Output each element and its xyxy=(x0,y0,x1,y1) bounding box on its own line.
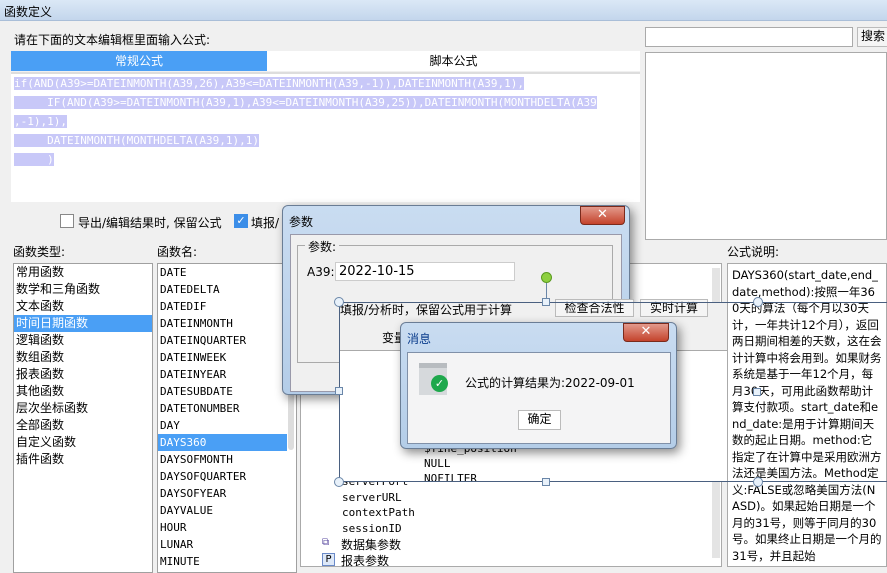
category-item[interactable]: 文本函数 xyxy=(14,298,152,315)
tree-item[interactable]: serverURL xyxy=(342,490,415,506)
parameter-dialog-title: 参数 xyxy=(289,215,314,229)
message-dialog: 消息 ✕ ✓ 公式的计算结果为:2022-09-01 确定 xyxy=(400,322,677,449)
function-list[interactable]: DATE DATEDELTA DATEDIF DATEINMONTH DATEINQUA… xyxy=(157,263,297,573)
category-item[interactable]: 常用函数 xyxy=(14,264,152,281)
function-item[interactable]: DATEINYEAR xyxy=(158,366,287,383)
function-name-label: 函数名: xyxy=(157,245,198,259)
function-preview-box xyxy=(645,52,887,240)
resize-handle[interactable] xyxy=(753,477,763,487)
function-item[interactable]: DAYVALUE xyxy=(158,502,287,519)
rotate-handle[interactable] xyxy=(541,272,552,283)
keep-formula-export-checkbox[interactable] xyxy=(60,214,74,228)
category-item[interactable]: 数学和三角函数 xyxy=(14,281,152,298)
tree-item[interactable]: contextPath xyxy=(342,505,415,521)
category-item[interactable]: 逻辑函数 xyxy=(14,332,152,349)
window-title-bar: 函数定义 xyxy=(0,0,887,21)
result-message: 公式的计算结果为:2022-09-01 xyxy=(465,376,635,390)
resize-handle[interactable] xyxy=(753,388,761,396)
category-item[interactable]: 时间日期函数 xyxy=(14,315,152,332)
resize-handle[interactable] xyxy=(542,478,550,486)
resize-handle[interactable] xyxy=(334,477,344,487)
message-dialog-title: 消息 xyxy=(407,332,432,346)
function-item[interactable]: DAYSOFYEAR xyxy=(158,485,287,502)
search-button[interactable]: 搜索 xyxy=(857,27,887,47)
category-item[interactable]: 全部函数 xyxy=(14,417,152,434)
message-dialog-close-button[interactable]: ✕ xyxy=(623,323,669,342)
keep-formula-fill-checkbox[interactable]: ✓ xyxy=(234,214,248,228)
tree-dataset-params[interactable]: 数据集参数 xyxy=(341,536,401,553)
function-item[interactable]: DAYS360 xyxy=(158,434,287,451)
tab-regular-formula[interactable]: 常规公式 xyxy=(11,51,267,71)
keep-formula-export-label: 导出/编辑结果时, 保留公式 xyxy=(78,216,222,230)
function-item[interactable]: DATETONUMBER xyxy=(158,400,287,417)
function-item[interactable]: DAY xyxy=(158,417,287,434)
function-item[interactable]: HOUR xyxy=(158,519,287,536)
function-item[interactable]: DATESUBDATE xyxy=(158,383,287,400)
function-item[interactable]: LUNAR xyxy=(158,536,287,553)
dataset-params-icon: ⧉ xyxy=(322,537,330,548)
variable-tree: serverPort serverURL contextPath session… xyxy=(342,474,415,536)
message-dialog-body: ✓ 公式的计算结果为:2022-09-01 确定 xyxy=(407,352,671,444)
check-icon: ✓ xyxy=(431,375,448,392)
function-item[interactable]: DATE xyxy=(158,264,287,281)
function-item[interactable]: DAYSOFQUARTER xyxy=(158,468,287,485)
function-item[interactable]: DATEDELTA xyxy=(158,281,287,298)
a39-label: A39: xyxy=(307,265,335,279)
category-list[interactable]: 常用函数 数学和三角函数 文本函数 时间日期函数 逻辑函数 数组函数 报表函数 其他函数 层次坐… xyxy=(13,263,153,573)
category-label: 函数类型: xyxy=(13,245,66,259)
parameter-dialog-close-button[interactable]: ✕ xyxy=(580,206,625,225)
category-item[interactable]: 报表函数 xyxy=(14,366,152,383)
category-item[interactable]: 层次坐标函数 xyxy=(14,400,152,417)
keep-formula-fill-label: 填报/ xyxy=(251,216,280,230)
parameter-group-label: 参数: xyxy=(305,238,340,255)
formula-line: DATEINMONTH(MONTHDELTA(A39,1),1) xyxy=(14,134,260,147)
resize-handle[interactable] xyxy=(753,297,763,307)
resize-handle[interactable] xyxy=(334,297,344,307)
category-item[interactable]: 插件函数 xyxy=(14,451,152,468)
report-params-icon: P xyxy=(322,553,335,566)
function-item[interactable]: DATEINWEEK xyxy=(158,349,287,366)
tree-item[interactable]: sessionID xyxy=(342,521,415,537)
function-item[interactable]: DATEINQUARTER xyxy=(158,332,287,349)
category-item[interactable]: 自定义函数 xyxy=(14,434,152,451)
tab-script-formula[interactable]: 脚本公式 xyxy=(267,51,640,71)
formula-line: ,-1),1), xyxy=(14,115,67,128)
formula-line: ) xyxy=(14,153,54,166)
a39-input[interactable]: 2022-10-15 xyxy=(335,262,515,281)
formula-line: if(AND(A39>=DATEINMONTH(A39,26),A39<=DAT… xyxy=(14,77,524,90)
function-item[interactable]: MINUTE xyxy=(158,553,287,570)
ok-button[interactable]: 确定 xyxy=(518,410,561,430)
function-item[interactable]: DATEINMONTH xyxy=(158,315,287,332)
window-title: 函数定义 xyxy=(4,5,53,19)
resize-handle[interactable] xyxy=(335,387,343,395)
formula-editor[interactable]: if(AND(A39>=DATEINMONTH(A39,26),A39<=DAT… xyxy=(11,72,640,202)
tree-report-params[interactable]: 报表参数 xyxy=(341,552,389,569)
category-item[interactable]: 数组函数 xyxy=(14,349,152,366)
description-label: 公式说明: xyxy=(727,245,780,259)
category-item[interactable]: 其他函数 xyxy=(14,383,152,400)
search-input[interactable] xyxy=(645,27,853,47)
formula-line: IF(AND(A39>=DATEINMONTH(A39,1),A39<=DATE… xyxy=(14,96,597,109)
function-item[interactable]: DATEDIF xyxy=(158,298,287,315)
resize-handle[interactable] xyxy=(542,298,550,306)
editor-prompt: 请在下面的文本编辑框里面输入公式: xyxy=(14,33,211,47)
function-item[interactable]: DAYSOFMONTH xyxy=(158,451,287,468)
